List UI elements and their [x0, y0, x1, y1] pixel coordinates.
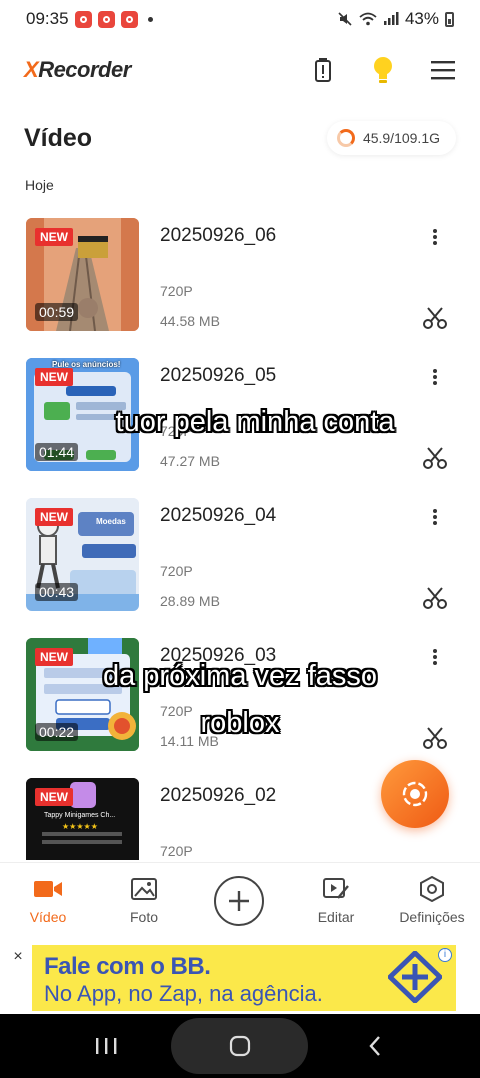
new-badge: NEW — [35, 648, 73, 666]
menu-icon[interactable] — [430, 57, 456, 83]
scissors-icon[interactable] — [422, 306, 448, 330]
video-title: 20250926_05 — [160, 365, 277, 386]
list-item[interactable]: NEW 00:59 20250926_06 720P 44.58 MB — [0, 218, 480, 358]
tab-label: Vídeo — [29, 909, 67, 925]
status-bar: 09:35 43% — [0, 0, 480, 38]
bottom-nav: Vídeo Foto Editar Definições — [0, 862, 480, 938]
status-left: 09:35 — [26, 9, 153, 29]
video-title: 20250926_06 — [160, 225, 277, 246]
more-options-icon[interactable] — [426, 226, 444, 248]
battery-percent: 43% — [404, 9, 439, 28]
home-icon — [229, 1035, 250, 1057]
ad-info-icon[interactable]: i — [438, 948, 452, 962]
video-title: 20250926_03 — [160, 645, 277, 666]
rating-stars: ★★★★★ — [62, 822, 98, 831]
tab-photo[interactable]: Foto — [96, 875, 192, 925]
tab-label: Definições — [399, 909, 465, 925]
notification-app-icon — [120, 10, 138, 28]
app-logo: XRecorder — [24, 57, 131, 82]
video-thumbnail[interactable]: Tappy Minigames Ch... ★★★★★ NEW — [26, 778, 139, 860]
more-notifications-dot-icon — [147, 16, 153, 22]
list-item[interactable]: Moedas NEW 00:43 20250926_04 720P 28.89 … — [0, 498, 480, 638]
video-title: 20250926_02 — [160, 785, 277, 806]
new-badge: NEW — [35, 228, 73, 246]
tab-settings[interactable]: Definições — [384, 875, 480, 925]
settings-hexagon-icon — [417, 875, 447, 903]
video-thumbnail[interactable]: NEW 00:22 — [26, 638, 139, 751]
record-icon — [402, 781, 428, 807]
storage-text: 45.9/109.1G — [362, 130, 440, 146]
video-resolution: 720P — [160, 283, 193, 299]
app-header: XRecorder — [0, 48, 480, 92]
close-ad-button[interactable]: × — [10, 948, 26, 966]
video-duration: 00:22 — [35, 723, 79, 741]
video-duration: 00:59 — [35, 303, 79, 321]
edit-video-icon — [321, 875, 351, 903]
scissors-icon[interactable] — [422, 586, 448, 610]
back-icon[interactable] — [368, 1035, 382, 1057]
video-size: 14.11 MB — [160, 733, 219, 749]
new-badge: NEW — [35, 368, 73, 386]
plus-icon — [229, 891, 249, 911]
thumbnail-caption: Tappy Minigames Ch... — [44, 812, 116, 819]
section-date: Hoje — [25, 177, 54, 193]
video-resolution: 720P — [160, 423, 193, 439]
video-thumbnail[interactable]: Moedas NEW 00:43 — [26, 498, 139, 611]
system-nav-bar — [0, 1014, 480, 1078]
list-item[interactable]: NEW 00:22 20250926_03 720P 14.11 MB — [0, 638, 480, 778]
header-actions — [310, 57, 456, 83]
battery-icon — [445, 11, 454, 27]
video-title: 20250926_04 — [160, 505, 277, 526]
storage-indicator[interactable]: 45.9/109.1G — [326, 121, 456, 155]
lightbulb-icon[interactable] — [370, 57, 396, 83]
video-resolution: 720P — [160, 703, 193, 719]
video-thumbnail[interactable]: Pule os anúncios! NEW 01:44 — [26, 358, 139, 471]
signal-icon — [383, 12, 399, 25]
notification-app-icon — [74, 10, 92, 28]
notification-app-icon — [97, 10, 115, 28]
video-duration: 00:43 — [35, 583, 79, 601]
page-title: Vídeo — [24, 123, 93, 152]
video-size: 28.89 MB — [160, 593, 220, 609]
ad-banner[interactable]: Fale com o BB. No App, no Zap, na agênci… — [32, 945, 456, 1011]
scissors-icon[interactable] — [422, 726, 448, 750]
video-size: 47.27 MB — [160, 453, 220, 469]
new-badge: NEW — [35, 508, 73, 526]
scissors-icon[interactable] — [422, 446, 448, 470]
video-duration: 01:44 — [35, 443, 79, 461]
status-right: 43% — [337, 9, 454, 29]
video-thumbnail[interactable]: NEW 00:59 — [26, 218, 139, 331]
tab-label: Editar — [317, 909, 355, 925]
mute-icon — [338, 12, 352, 26]
thumbnail-caption: Moedas — [96, 517, 126, 526]
wifi-icon — [359, 12, 377, 26]
tab-video[interactable]: Vídeo — [0, 875, 96, 925]
ad-headline: Fale com o BB. — [44, 953, 211, 980]
status-time: 09:35 — [26, 9, 69, 28]
ad-bar: × Fale com o BB. No App, no Zap, na agên… — [0, 942, 480, 1014]
title-row: Vídeo 45.9/109.1G — [0, 118, 480, 158]
add-button[interactable] — [214, 876, 264, 926]
list-item[interactable]: Pule os anúncios! NEW 01:44 20250926_05 … — [0, 358, 480, 498]
tab-label: Foto — [129, 909, 158, 925]
video-size: 44.58 MB — [160, 313, 220, 329]
battery-optimization-icon[interactable] — [310, 57, 336, 83]
recent-apps-icon[interactable] — [95, 1036, 117, 1056]
ad-subline: No App, no Zap, na agência. — [44, 981, 323, 1006]
new-badge: NEW — [35, 788, 73, 806]
tab-edit[interactable]: Editar — [288, 875, 384, 925]
storage-ring-icon — [336, 129, 355, 147]
record-button[interactable] — [381, 760, 449, 828]
more-options-icon[interactable] — [426, 366, 444, 388]
video-camera-icon — [33, 875, 63, 903]
video-resolution: 720P — [160, 843, 193, 859]
image-icon — [129, 875, 159, 903]
home-button[interactable] — [171, 1018, 308, 1074]
more-options-icon[interactable] — [426, 506, 444, 528]
video-resolution: 720P — [160, 563, 193, 579]
more-options-icon[interactable] — [426, 646, 444, 668]
bb-logo — [388, 951, 442, 1003]
